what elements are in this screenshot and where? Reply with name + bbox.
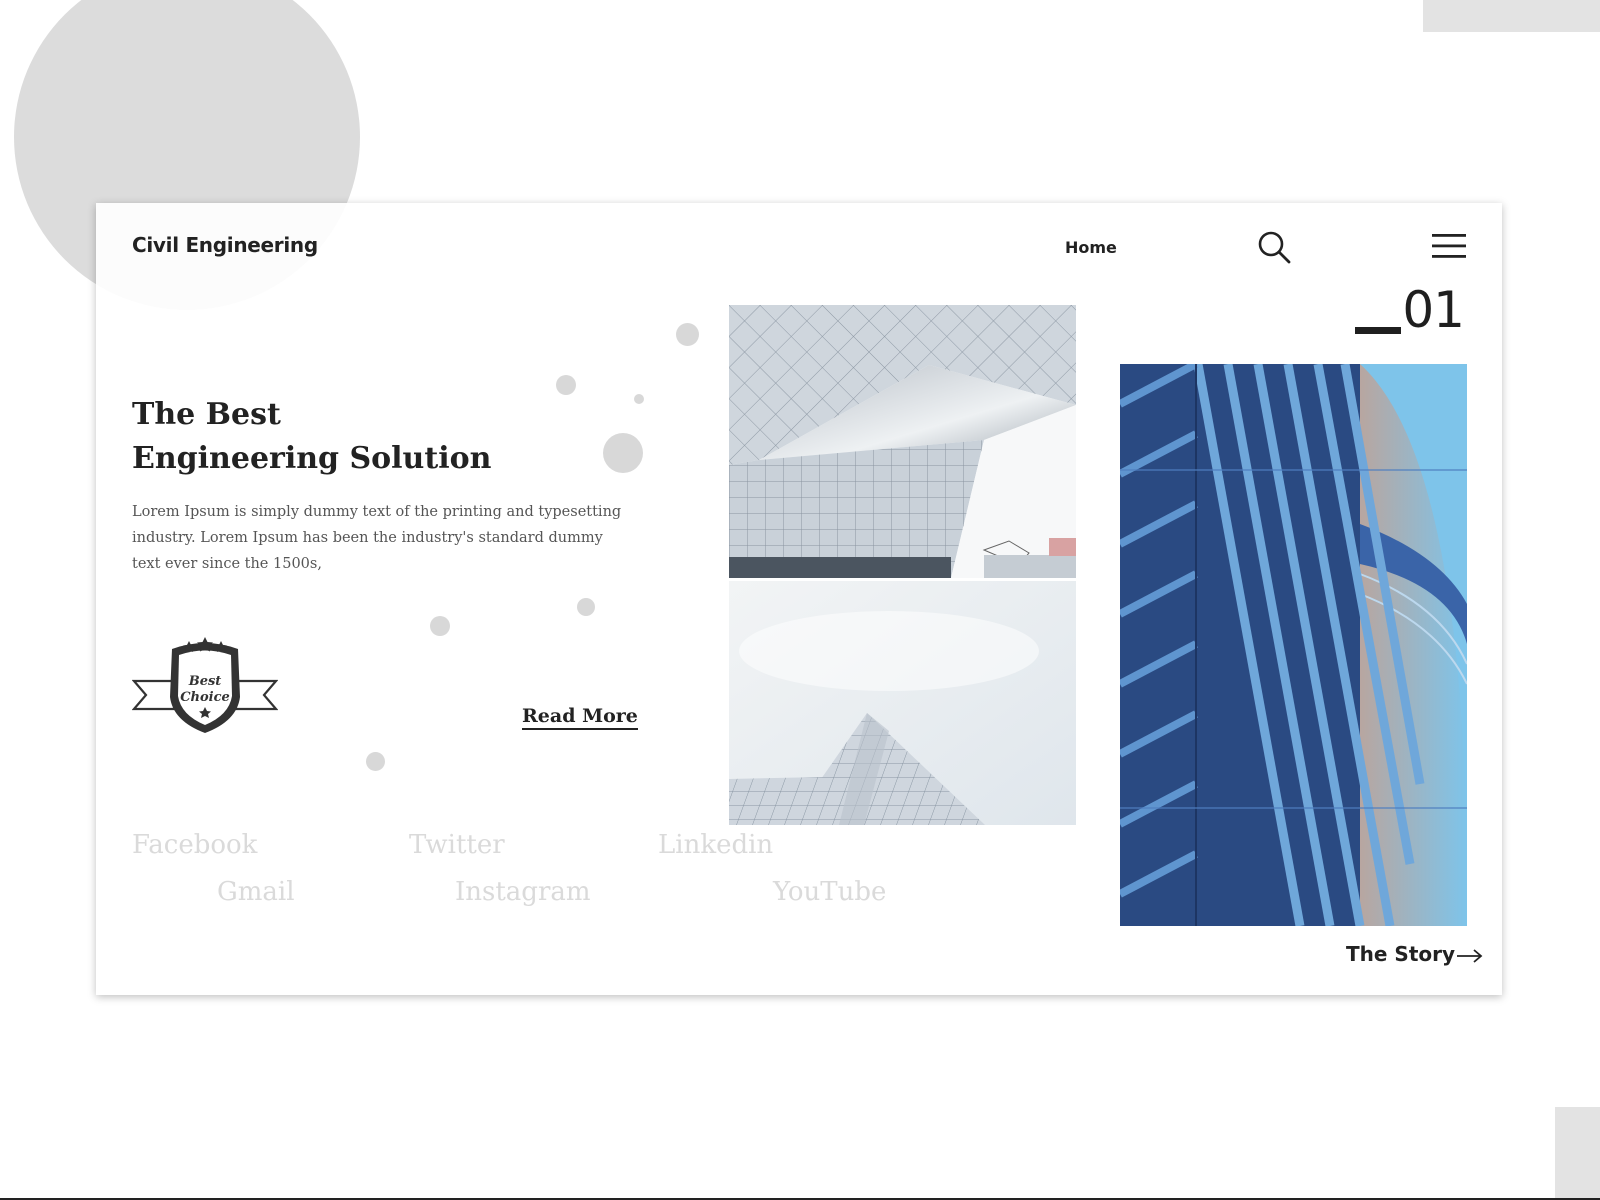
decorative-dot [430,616,450,636]
hero-card: Civil Engineering Home 01 The Best Engin… [96,203,1502,995]
social-link-youtube[interactable]: YouTube [773,877,886,907]
arrow-right-icon [1457,948,1483,963]
nav-link-home[interactable]: Home [1065,238,1117,257]
badge-text-best: Best [188,674,222,689]
the-story-link[interactable]: The Story [1346,942,1483,966]
decorative-dot [634,394,644,404]
decorative-dot [556,375,576,395]
building-photo-top [729,305,1076,578]
decorative-dot [366,752,385,771]
the-story-label: The Story [1346,942,1456,966]
headline-line-1: The Best [132,397,281,432]
slide-number-dash [1355,327,1401,334]
social-link-instagram[interactable]: Instagram [455,877,591,907]
brand-title: Civil Engineering [132,233,318,257]
decorative-dot [577,598,595,616]
hamburger-menu-icon[interactable] [1432,231,1466,261]
social-link-facebook[interactable]: Facebook [132,830,257,860]
social-link-gmail[interactable]: Gmail [217,877,295,907]
decorative-dot [676,323,699,346]
decorative-block-top [1423,0,1600,32]
building-photo-right [1120,364,1467,926]
headline-line-2: Engineering Solution [132,441,492,476]
decorative-dot [603,433,643,473]
best-choice-badge: Best Choice [132,637,278,733]
read-more-link[interactable]: Read More [522,705,638,730]
slide-number: 01 [1402,281,1465,339]
badge-text-choice: Choice [180,690,230,705]
hero-headline: The Best Engineering Solution [132,393,491,481]
social-link-linkedin[interactable]: Linkedin [658,830,773,860]
hero-body-text: Lorem Ipsum is simply dummy text of the … [132,504,622,572]
search-icon[interactable] [1256,229,1292,265]
decorative-block-bottom [1555,1107,1600,1200]
building-photo-bottom [729,581,1076,825]
social-link-twitter[interactable]: Twitter [409,830,505,860]
